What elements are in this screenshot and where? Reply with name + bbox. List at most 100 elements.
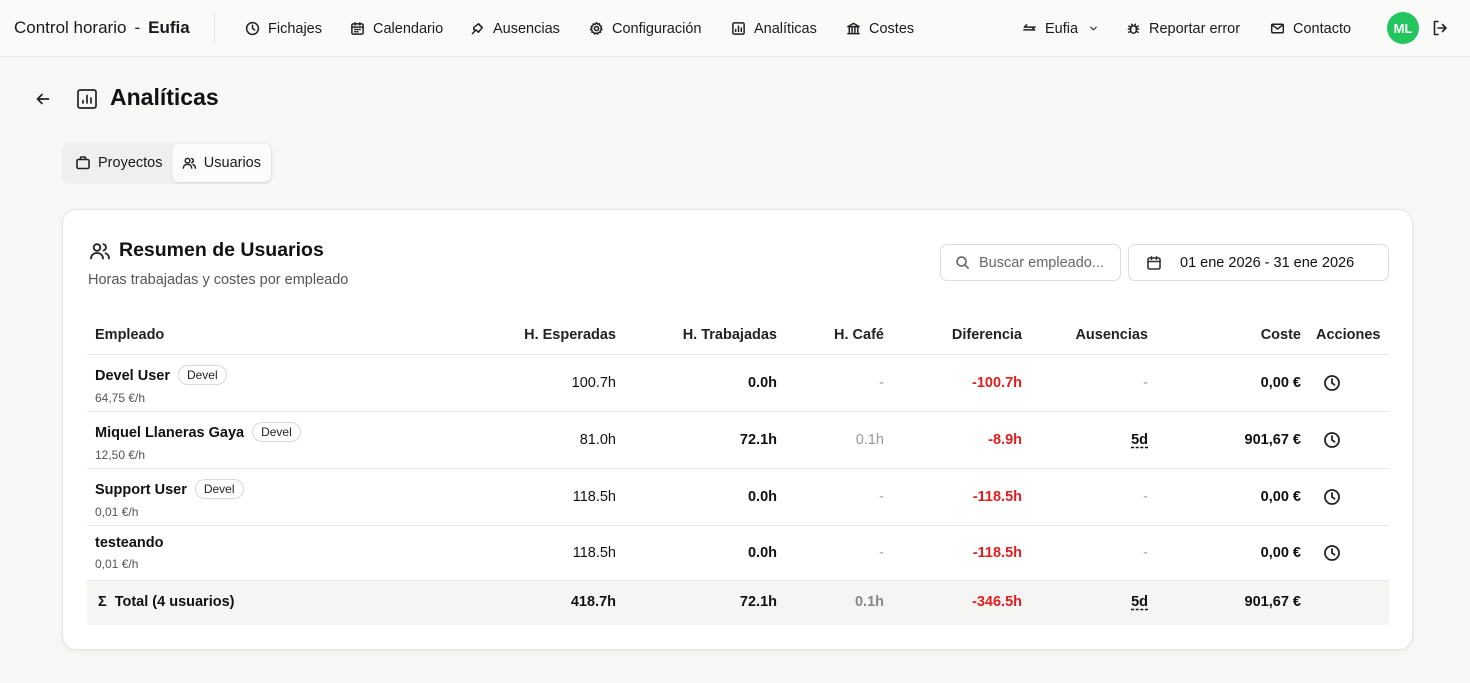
col-header-coffee[interactable]: H. Café	[834, 327, 884, 343]
chart-icon	[75, 87, 99, 111]
page-title: Analíticas	[110, 84, 219, 110]
hourly-rate: 0,01 €/h	[95, 557, 139, 571]
tab-label-proyectos: Proyectos	[98, 155, 163, 171]
date-range-picker[interactable]: 01 ene 2026 - 31 ene 2026	[1128, 244, 1389, 281]
tab-proyectos[interactable]: Proyectos	[65, 144, 172, 182]
cost: 0,00 €	[1260, 489, 1301, 505]
table-row: Devel User Devel 64,75 €/h 100.7h 0.0h - …	[87, 355, 1389, 412]
nav-item-calendario[interactable]: Calendario	[350, 0, 443, 57]
briefcase-icon	[76, 156, 90, 170]
expected-hours: 100.7h	[571, 375, 616, 391]
employee-cell: Support User Devel 0,01 €/h	[95, 479, 244, 519]
employee-cell: Miquel Llaneras Gaya Devel 12,50 €/h	[95, 422, 301, 462]
difference: -118.5h	[972, 489, 1022, 505]
nav-label-fichajes: Fichajes	[268, 20, 322, 37]
coffee-hours: 0.1h	[855, 432, 884, 448]
back-button[interactable]	[34, 90, 52, 108]
employee-name[interactable]: testeando	[95, 535, 164, 551]
history-button[interactable]	[1323, 488, 1341, 510]
coffee-hours: -	[879, 489, 884, 505]
total-cost: 901,67 €	[1244, 594, 1301, 610]
col-header-cost[interactable]: Coste	[1261, 327, 1301, 343]
chevron-down-icon	[1090, 26, 1097, 31]
group-badge: Devel	[194, 479, 244, 499]
total-coffee: 0.1h	[854, 594, 884, 610]
expected-hours: 118.5h	[572, 545, 616, 561]
col-header-worked[interactable]: H. Trabajadas	[683, 327, 777, 343]
col-header-diff[interactable]: Diferencia	[952, 327, 1022, 343]
worked-hours: 0.0h	[747, 545, 777, 561]
table-row: testeando 0,01 €/h 118.5h 0.0h - -118.5h…	[87, 526, 1389, 581]
clock-icon	[1324, 432, 1340, 448]
chart-icon	[732, 22, 745, 35]
clock-icon	[1324, 375, 1340, 391]
employee-name[interactable]: Devel User	[95, 368, 170, 384]
col-header-employee[interactable]: Empleado	[95, 327, 164, 343]
view-tabs: Proyectos Usuarios	[62, 142, 273, 184]
employee-name[interactable]: Support User	[95, 482, 187, 498]
history-button[interactable]	[1323, 374, 1341, 396]
absences-link[interactable]: 5d	[1131, 432, 1148, 448]
report-error-link[interactable]: Reportar error	[1126, 0, 1240, 57]
employee-name[interactable]: Miquel Llaneras Gaya	[95, 425, 244, 441]
total-difference: -346.5h	[972, 594, 1022, 610]
contact-link[interactable]: Contacto	[1270, 0, 1351, 57]
avatar[interactable]: ML	[1387, 12, 1419, 44]
date-range-value: 01 ene 2026 - 31 ene 2026	[1180, 254, 1355, 271]
clock-icon	[1324, 545, 1340, 561]
coffee-hours: -	[879, 545, 884, 561]
logout-button[interactable]	[1431, 19, 1449, 37]
calendar-icon	[351, 21, 364, 35]
nav-label-analiticas: Analíticas	[754, 20, 817, 37]
arrow-left-icon	[36, 93, 50, 105]
nav-label-calendario: Calendario	[373, 20, 444, 37]
difference: -100.7h	[972, 375, 1022, 391]
nav-item-analiticas[interactable]: Analíticas	[731, 0, 817, 57]
history-button[interactable]	[1323, 431, 1341, 453]
total-label: Total (4 usuarios)	[114, 594, 235, 610]
app-title: Control horario	[14, 18, 127, 37]
total-expected: 418.7h	[570, 594, 616, 610]
sigma-icon: Σ	[98, 594, 107, 610]
logout-icon	[1433, 20, 1447, 36]
clock-icon	[1324, 489, 1340, 505]
plane-icon	[471, 23, 483, 35]
hourly-rate: 12,50 €/h	[95, 448, 146, 462]
cost: 0,00 €	[1260, 545, 1301, 561]
company-name: Eufia	[148, 18, 190, 37]
total-label-cell: Σ Total (4 usuarios)	[98, 594, 234, 610]
absences: -	[1143, 489, 1148, 505]
hourly-rate: 64,75 €/h	[95, 391, 146, 405]
group-badge: Devel	[177, 365, 227, 385]
table-header: Empleado H. Esperadas H. Trabajadas H. C…	[87, 316, 1389, 355]
nav-item-costes[interactable]: Costes	[846, 0, 914, 57]
cost: 901,67 €	[1244, 432, 1301, 448]
nav-item-configuracion[interactable]: Configuración	[589, 0, 701, 57]
absences: -	[1143, 375, 1148, 391]
expected-hours: 118.5h	[572, 489, 616, 505]
card-subtitle: Horas trabajadas y costes por empleado	[88, 272, 349, 288]
users-icon	[89, 240, 111, 262]
worked-hours: 0.0h	[747, 489, 777, 505]
app-brand[interactable]: Control horario - Eufia	[14, 18, 190, 38]
table-row: Support User Devel 0,01 €/h 118.5h 0.0h -…	[87, 469, 1389, 526]
difference: -118.5h	[972, 545, 1022, 561]
worked-hours: 0.0h	[747, 375, 777, 391]
org-switcher[interactable]: Eufia	[1022, 0, 1099, 57]
nav-label-configuracion: Configuración	[612, 20, 702, 37]
search-input[interactable]	[979, 254, 1109, 271]
history-button[interactable]	[1323, 544, 1341, 566]
nav-item-fichajes[interactable]: Fichajes	[245, 0, 322, 57]
users-icon	[182, 157, 197, 169]
gear-icon	[589, 21, 603, 35]
col-header-expected[interactable]: H. Esperadas	[524, 327, 616, 343]
nav-divider	[214, 12, 215, 44]
col-header-absences[interactable]: Ausencias	[1075, 327, 1148, 343]
card-title: Resumen de Usuarios	[119, 239, 324, 261]
coffee-hours: -	[879, 375, 884, 391]
clock-icon	[245, 21, 260, 36]
nav-label-costes: Costes	[869, 20, 915, 37]
tab-usuarios[interactable]: Usuarios	[172, 144, 271, 182]
switch-arrows-icon	[1023, 24, 1036, 31]
nav-item-ausencias[interactable]: Ausencias	[470, 0, 560, 57]
